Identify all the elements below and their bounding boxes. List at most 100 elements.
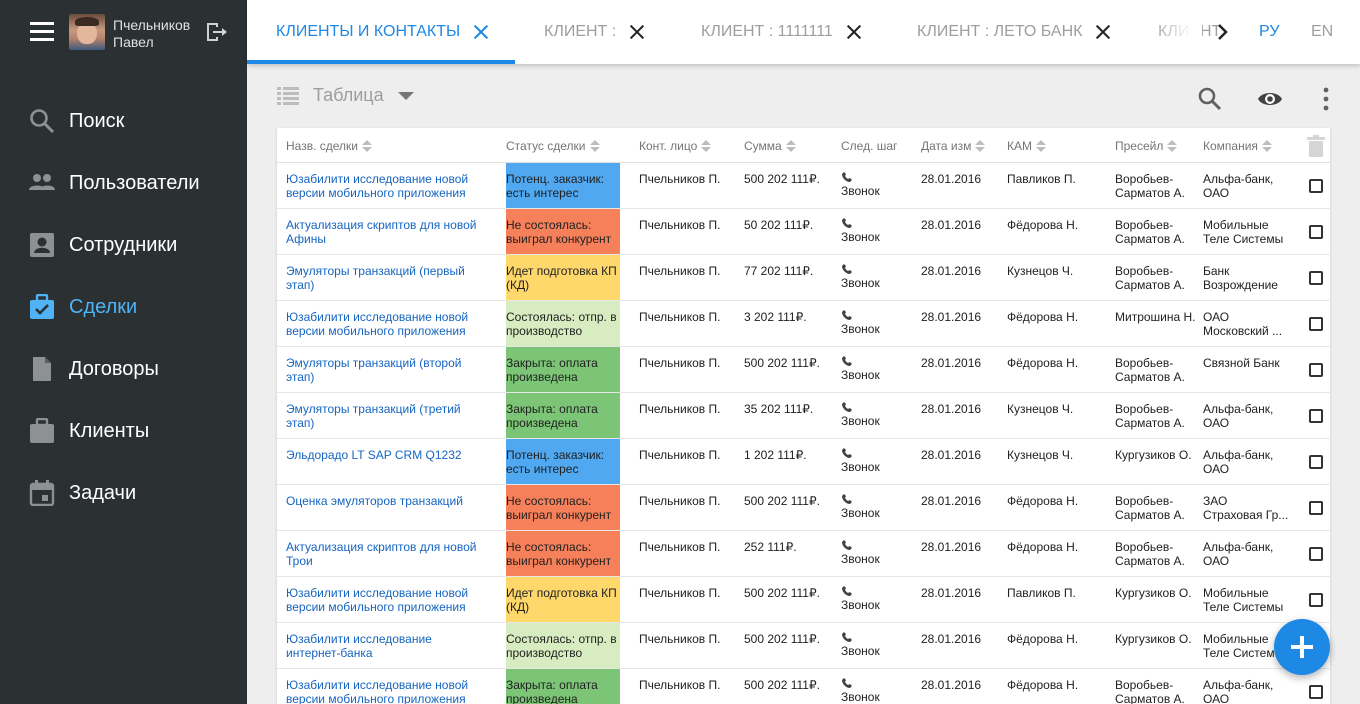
hamburger-menu-icon[interactable] bbox=[30, 22, 54, 42]
deal-name-link[interactable]: Эмуляторы транзакций (второй этап) bbox=[286, 347, 486, 393]
sidebar-item-contracts[interactable]: Договоры bbox=[0, 338, 247, 400]
row-checkbox[interactable] bbox=[1309, 317, 1323, 331]
header-presale[interactable]: Пресейл bbox=[1115, 128, 1178, 163]
phone-icon bbox=[842, 678, 852, 688]
row-checkbox[interactable] bbox=[1309, 455, 1323, 469]
header-kam[interactable]: КАМ bbox=[1007, 128, 1046, 163]
header-next-step[interactable]: След. шаг bbox=[841, 128, 897, 163]
deal-name-link[interactable]: Оценка эмуляторов транзакций bbox=[286, 485, 486, 531]
row-checkbox[interactable] bbox=[1309, 501, 1323, 515]
next-step-label: Звонок bbox=[841, 276, 880, 290]
add-deal-button[interactable] bbox=[1274, 619, 1330, 675]
header-date[interactable]: Дата изм bbox=[921, 128, 986, 163]
sidebar-item-users[interactable]: Пользователи bbox=[0, 152, 247, 214]
deal-name-link[interactable]: Эмуляторы транзакций (третий этап) bbox=[286, 393, 486, 439]
logout-icon[interactable] bbox=[204, 21, 228, 43]
modified-date: 28.01.2016 bbox=[921, 402, 982, 416]
table-row[interactable]: Актуализация скриптов для новой Трои Не с… bbox=[277, 531, 1330, 577]
row-checkbox[interactable] bbox=[1309, 225, 1323, 239]
close-icon[interactable] bbox=[1096, 25, 1110, 39]
briefcase-check-icon bbox=[29, 294, 55, 320]
table-row[interactable]: Юзабилити исследование новой версии моби… bbox=[277, 577, 1330, 623]
caret-down-icon[interactable] bbox=[398, 92, 414, 100]
phone-icon bbox=[842, 172, 852, 182]
row-checkbox[interactable] bbox=[1309, 593, 1323, 607]
deal-name-link[interactable]: Актуализация скриптов для новой Афины bbox=[286, 209, 486, 255]
company: Связной Банк bbox=[1203, 347, 1291, 393]
deal-name-link[interactable]: Эмуляторы транзакций (первый этап) bbox=[286, 255, 486, 301]
deal-sum: 500 202 111₽. bbox=[744, 632, 820, 646]
sort-icon[interactable] bbox=[1036, 139, 1046, 153]
sidebar-item-search[interactable]: Поиск bbox=[0, 90, 247, 152]
deal-name-link[interactable]: Юзабилити исследование новой версии моби… bbox=[286, 669, 486, 704]
search-icon[interactable] bbox=[1197, 86, 1223, 112]
kam: Кузнецов Ч. bbox=[1007, 264, 1074, 278]
sidebar-item-deals[interactable]: Сделки bbox=[0, 276, 247, 338]
deal-sum: 500 202 111₽. bbox=[744, 494, 820, 508]
deal-name-link[interactable]: Эльдорадо LT SAP CRM Q1232 bbox=[286, 439, 486, 485]
deal-name-link[interactable]: Юзабилити исследование интернет-банка bbox=[286, 623, 486, 669]
presale: Воробьев-Сарматов А. bbox=[1115, 402, 1185, 430]
table-row[interactable]: Эмуляторы транзакций (первый этап) Идет п… bbox=[277, 255, 1330, 301]
company: Альфа-банк, ОАО bbox=[1203, 531, 1291, 577]
table-row[interactable]: Юзабилити исследование новой версии моби… bbox=[277, 163, 1330, 209]
modified-date: 28.01.2016 bbox=[921, 494, 982, 508]
sort-icon[interactable] bbox=[785, 139, 796, 153]
sidebar-item-tasks[interactable]: Задачи bbox=[0, 462, 247, 524]
more-vert-icon[interactable] bbox=[1313, 86, 1339, 112]
table-row[interactable]: Юзабилити исследование новой версии моби… bbox=[277, 301, 1330, 347]
table-row[interactable]: Эмуляторы транзакций (третий этап) Закрыт… bbox=[277, 393, 1330, 439]
table-row[interactable]: Оценка эмуляторов транзакций Не состоялас… bbox=[277, 485, 1330, 531]
row-checkbox[interactable] bbox=[1309, 363, 1323, 377]
table-row[interactable]: Юзабилити исследование новой версии моби… bbox=[277, 669, 1330, 704]
deal-name-link[interactable]: Юзабилити исследование новой версии моби… bbox=[286, 301, 486, 347]
chevron-right-icon[interactable] bbox=[1213, 22, 1233, 42]
header-status[interactable]: Статус сделки bbox=[506, 128, 600, 163]
lang-ru[interactable]: РУ bbox=[1259, 0, 1279, 64]
tab-client-empty[interactable]: КЛИЕНТ : bbox=[544, 0, 644, 64]
deal-name-link[interactable]: Юзабилити исследование новой версии моби… bbox=[286, 577, 486, 623]
list-view-icon[interactable] bbox=[277, 86, 299, 106]
deal-name-link[interactable]: Юзабилити исследование новой версии моби… bbox=[286, 163, 486, 209]
kam: Фёдорова Н. bbox=[1007, 678, 1079, 692]
header-name[interactable]: Назв. сделки bbox=[286, 128, 372, 163]
row-checkbox[interactable] bbox=[1309, 179, 1323, 193]
tab-client-leto-bank[interactable]: КЛИЕНТ : ЛЕТО БАНК bbox=[917, 0, 1110, 64]
close-icon[interactable] bbox=[847, 25, 861, 39]
table-row[interactable]: Эльдорадо LT SAP CRM Q1232 Потенц. заказч… bbox=[277, 439, 1330, 485]
row-checkbox[interactable] bbox=[1309, 409, 1323, 423]
tab-client-1111111[interactable]: КЛИЕНТ : 1111111 bbox=[701, 0, 861, 64]
deal-name-link[interactable]: Актуализация скриптов для новой Трои bbox=[286, 531, 486, 577]
header-company[interactable]: Компания bbox=[1203, 128, 1272, 163]
sort-icon[interactable] bbox=[589, 139, 600, 153]
company-line: Теле Системы bbox=[1203, 232, 1284, 246]
table-row[interactable]: Актуализация скриптов для новой Афины Не … bbox=[277, 209, 1330, 255]
kam: Фёдорова Н. bbox=[1007, 310, 1079, 324]
sort-icon[interactable] bbox=[1167, 139, 1178, 153]
eye-icon[interactable] bbox=[1257, 86, 1283, 112]
sort-icon[interactable] bbox=[361, 139, 372, 153]
row-checkbox[interactable] bbox=[1309, 547, 1323, 561]
sort-icon[interactable] bbox=[701, 139, 712, 153]
header-sum[interactable]: Сумма bbox=[744, 128, 796, 163]
table-row[interactable]: Эмуляторы транзакций (второй этап) Закрыт… bbox=[277, 347, 1330, 393]
deal-sum: 500 202 111₽. bbox=[744, 678, 820, 692]
calendar-icon bbox=[29, 480, 55, 506]
sort-icon[interactable] bbox=[975, 139, 986, 153]
next-step: Звонок bbox=[841, 531, 916, 577]
avatar[interactable] bbox=[69, 14, 105, 50]
sidebar-item-employees[interactable]: Сотрудники bbox=[0, 214, 247, 276]
sort-icon[interactable] bbox=[1261, 139, 1272, 153]
sidebar-item-clients[interactable]: Клиенты bbox=[0, 400, 247, 462]
tab-clients-contacts[interactable]: КЛИЕНТЫ И КОНТАКТЫ bbox=[276, 0, 488, 64]
row-checkbox[interactable] bbox=[1309, 685, 1323, 699]
lang-en[interactable]: EN bbox=[1311, 0, 1333, 64]
close-icon[interactable] bbox=[474, 25, 488, 39]
trash-icon[interactable] bbox=[1307, 135, 1325, 157]
table-row[interactable]: Юзабилити исследование интернет-банка Сос… bbox=[277, 623, 1330, 669]
close-icon[interactable] bbox=[630, 25, 644, 39]
row-checkbox[interactable] bbox=[1309, 271, 1323, 285]
header-contact[interactable]: Конт. лицо bbox=[639, 128, 712, 163]
employee-icon bbox=[29, 232, 55, 258]
view-mode-select[interactable]: Таблица bbox=[313, 85, 384, 106]
